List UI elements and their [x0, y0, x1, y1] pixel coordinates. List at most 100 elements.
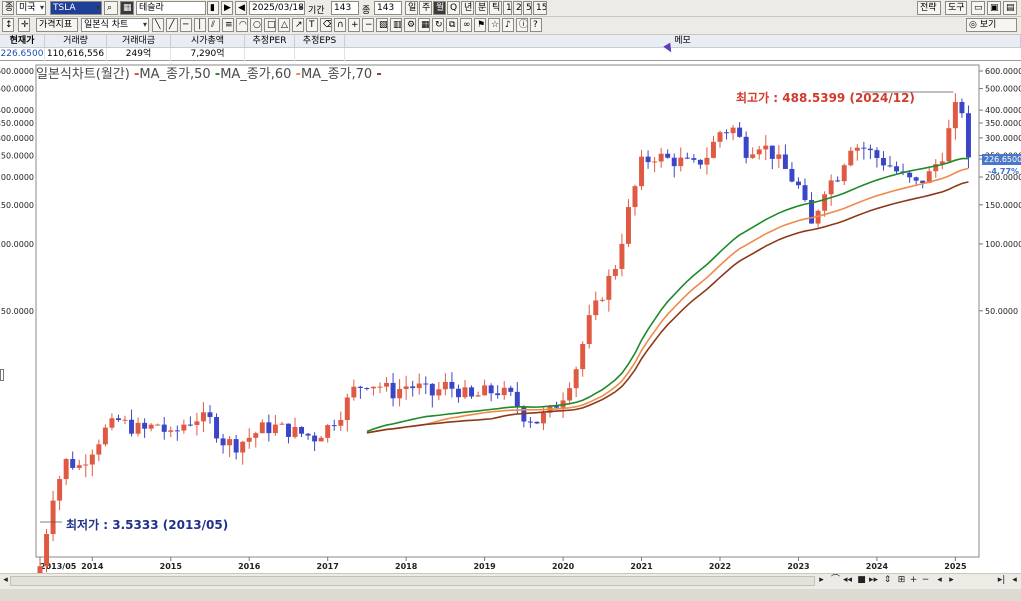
lock-icon[interactable]: ▮ — [207, 1, 219, 15]
n-5[interactable]: 5 — [523, 1, 532, 15]
text-tool-icon[interactable]: T — [306, 18, 318, 32]
candle-body — [344, 397, 350, 421]
zoom-reset-icon[interactable]: ⌒ — [830, 575, 841, 587]
date-input[interactable]: 2025/03/18 — [249, 1, 305, 15]
settings-icon[interactable]: ⚙ — [404, 18, 416, 32]
rect-tool-icon[interactable]: □ — [264, 18, 276, 32]
arc-tool-icon[interactable]: ◠ — [236, 18, 248, 32]
info-icon[interactable]: ⓘ — [516, 18, 528, 32]
zoom-in-icon[interactable]: + — [348, 18, 360, 32]
nav-home-icon[interactable]: ◂ — [1009, 575, 1020, 587]
nav-zoom-fit-icon[interactable]: ⇕ — [882, 575, 893, 587]
strategy-button[interactable]: 전략 — [917, 1, 941, 15]
nav-last-icon[interactable]: ▸ — [946, 575, 957, 587]
y-tick-label-right: 100.0000 — [985, 240, 1021, 249]
zoom-out-icon[interactable]: − — [362, 18, 374, 32]
tf-quarter[interactable]: Q — [447, 1, 460, 15]
chart-area[interactable]: 600.0000 600.0000 500.0000 500.0000 400.0000… — [0, 61, 1021, 573]
tools-button[interactable]: 도구 — [945, 1, 967, 15]
tf-week[interactable]: 주 — [419, 1, 432, 15]
chart-icon[interactable]: ▥ — [390, 18, 402, 32]
arrow-tool-icon[interactable]: ↗ — [292, 18, 304, 32]
market-select[interactable]: 미국 — [16, 1, 46, 15]
grid-icon[interactable]: ▦ — [120, 1, 134, 15]
bell-icon[interactable]: ♪ — [502, 18, 514, 32]
price-index-button[interactable]: 가격지표 — [36, 18, 78, 32]
market-prefix[interactable]: 종 — [2, 1, 14, 15]
tf-day[interactable]: 일 — [405, 1, 418, 15]
copy-icon[interactable]: ⧉ — [446, 18, 458, 32]
nav-next-page-icon[interactable]: ▸▸ — [868, 575, 879, 587]
n-1[interactable]: 1 — [503, 1, 512, 15]
view-button[interactable]: ◎ 보기 — [966, 18, 1017, 32]
candle-body — [782, 154, 788, 169]
value-volume: 110,616,556 — [45, 48, 107, 61]
horizontal-scrollbar[interactable] — [10, 576, 815, 586]
flag-icon[interactable]: ⚑ — [474, 18, 486, 32]
nav-zoom-out-icon[interactable]: − — [920, 575, 931, 587]
prev-icon[interactable]: ◀ — [235, 1, 247, 15]
line-tool-icon[interactable]: ╲ — [152, 18, 164, 32]
nav-settings-icon[interactable]: ⊞ — [896, 575, 907, 587]
candle-body — [285, 423, 291, 437]
n-15[interactable]: 15 — [533, 1, 547, 15]
channel-tool-icon[interactable]: ⫽ — [208, 18, 220, 32]
nav-prev-page-icon[interactable]: ◂◂ — [842, 575, 853, 587]
hline-tool-icon[interactable]: ─ — [180, 18, 192, 32]
play-icon[interactable]: ▶ — [221, 1, 233, 15]
candle-body — [724, 132, 730, 134]
x-tick-label: 2018 — [395, 562, 418, 571]
candle-body — [161, 424, 167, 432]
refresh-icon[interactable]: ↻ — [432, 18, 444, 32]
scroll-right-icon[interactable]: ▸ — [816, 575, 827, 587]
crosshair-icon[interactable]: ✛ — [18, 18, 30, 32]
nav-end-icon[interactable]: ▸| — [996, 575, 1007, 587]
count-input[interactable]: 143 — [374, 1, 402, 15]
tf-tick[interactable]: 틱 — [489, 1, 502, 15]
price-chart[interactable]: 600.0000 600.0000 500.0000 500.0000 400.0000… — [0, 61, 1021, 573]
nav-first-icon[interactable]: ◂ — [934, 575, 945, 587]
fib-tool-icon[interactable]: ≡ — [222, 18, 234, 32]
tf-minute[interactable]: 분 — [475, 1, 488, 15]
candle-body — [351, 386, 357, 398]
nav-zoom-in-icon[interactable]: + — [908, 575, 919, 587]
save-icon[interactable]: ▣ — [987, 1, 1001, 15]
circle-tool-icon[interactable]: ○ — [250, 18, 262, 32]
print-icon[interactable]: ▤ — [1003, 1, 1017, 15]
candle-body — [174, 430, 180, 432]
period-input[interactable]: 143 — [331, 1, 359, 15]
tf-month[interactable]: 월 — [433, 1, 446, 15]
chart-type-select[interactable]: 일본식 차트 — [81, 18, 149, 32]
triangle-tool-icon[interactable]: △ — [278, 18, 290, 32]
magnet-tool-icon[interactable]: ∩ — [334, 18, 346, 32]
ticker-input[interactable]: TSLA — [50, 1, 102, 15]
change-rate: -4.77% — [988, 167, 1020, 176]
star-icon[interactable]: ☆ — [488, 18, 500, 32]
eraser-tool-icon[interactable]: ⌫ — [320, 18, 332, 32]
left-panel-toggle[interactable] — [0, 369, 4, 381]
header-memo: 메모 — [345, 35, 1021, 48]
nav-stop-icon[interactable]: ■ — [856, 575, 867, 587]
help-icon[interactable]: ? — [530, 18, 542, 32]
ray-tool-icon[interactable]: ╱ — [166, 18, 178, 32]
stock-name-field[interactable]: 테슬라 — [136, 1, 206, 15]
search-icon[interactable]: ⌕ — [104, 1, 118, 15]
candle-body — [50, 500, 56, 534]
candle-body — [364, 388, 370, 390]
tf-year[interactable]: 년 — [461, 1, 474, 15]
cursor-tool-icon[interactable]: ↕ — [2, 18, 14, 32]
n-2[interactable]: 2 — [513, 1, 522, 15]
candle-body — [207, 412, 213, 418]
image-icon[interactable]: ▧ — [376, 18, 388, 32]
candle-body — [488, 385, 494, 394]
vline-tool-icon[interactable]: │ — [194, 18, 206, 32]
link-icon[interactable]: ∞ — [460, 18, 472, 32]
candle-body — [416, 383, 422, 389]
folder-icon[interactable]: ▭ — [971, 1, 985, 15]
candle-body — [880, 157, 886, 166]
x-tick-label: 2025 — [944, 562, 967, 571]
candle-body — [776, 154, 782, 159]
period-label: 기간 — [308, 6, 325, 16]
candle-body — [874, 150, 880, 158]
table-icon[interactable]: ▦ — [418, 18, 430, 32]
